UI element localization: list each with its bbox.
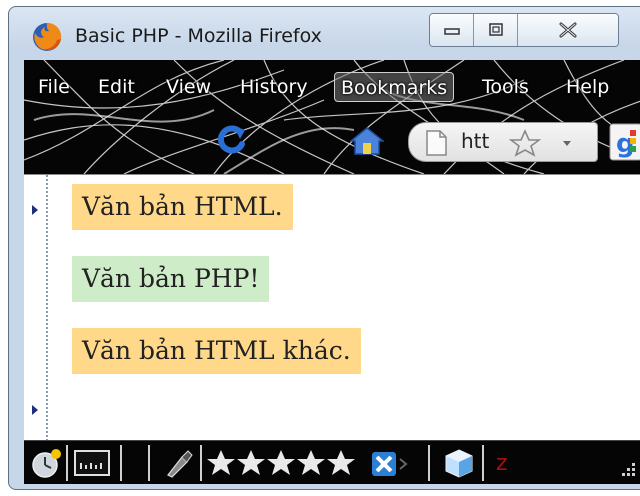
page-icon bbox=[426, 130, 447, 156]
status-separator bbox=[148, 445, 150, 481]
menu-file[interactable]: File bbox=[32, 72, 76, 102]
sidebar-splitter[interactable] bbox=[32, 175, 48, 441]
menu-help[interactable]: Help bbox=[560, 72, 615, 102]
php-text-block: Văn bản PHP! bbox=[72, 256, 270, 302]
status-separator bbox=[482, 445, 484, 481]
url-text[interactable]: htt bbox=[461, 129, 489, 153]
bookmark-star-icon[interactable] bbox=[509, 129, 541, 157]
maximize-button[interactable] bbox=[474, 14, 518, 46]
close-button[interactable] bbox=[518, 14, 618, 46]
status-separator bbox=[200, 445, 202, 481]
html-text-block-2: Văn bản HTML khác. bbox=[72, 328, 361, 374]
minimize-icon bbox=[443, 28, 460, 35]
z-icon[interactable]: z bbox=[496, 445, 508, 481]
status-bar: z bbox=[24, 440, 640, 484]
resize-grip-icon[interactable] bbox=[616, 445, 640, 481]
cube-icon[interactable] bbox=[442, 445, 476, 481]
xmarks-icon[interactable] bbox=[370, 445, 410, 481]
splitter-arrow-bottom bbox=[32, 405, 38, 415]
minimize-button[interactable] bbox=[430, 14, 474, 46]
close-icon bbox=[559, 22, 577, 38]
rating-stars-icon[interactable] bbox=[206, 445, 356, 481]
maximize-icon bbox=[488, 23, 503, 36]
firefox-icon bbox=[33, 23, 62, 51]
status-separator bbox=[428, 445, 430, 481]
ruler-icon[interactable] bbox=[72, 445, 112, 481]
url-bar[interactable]: htt bbox=[408, 122, 598, 162]
menu-bar: File Edit View History Bookmarks Tools H… bbox=[24, 72, 640, 102]
reload-icon[interactable] bbox=[214, 122, 250, 158]
browser-toolbar-area: File Edit View History Bookmarks Tools H… bbox=[24, 60, 640, 174]
dropdown-arrow-icon[interactable] bbox=[557, 129, 577, 157]
menu-bookmarks[interactable]: Bookmarks bbox=[334, 72, 455, 102]
home-icon[interactable] bbox=[350, 126, 384, 156]
status-separator bbox=[66, 445, 68, 481]
menu-history[interactable]: History bbox=[234, 72, 314, 102]
clock-icon[interactable] bbox=[30, 445, 64, 481]
caption-buttons bbox=[429, 13, 619, 47]
menu-tools[interactable]: Tools bbox=[476, 72, 535, 102]
title-bar[interactable]: Basic PHP - Mozilla Firefox bbox=[9, 7, 640, 61]
html-text-block-1: Văn bản HTML. bbox=[72, 184, 293, 230]
window-title: Basic PHP - Mozilla Firefox bbox=[75, 25, 322, 47]
page-content: Văn bản HTML. Văn bản PHP! Văn bản HTML … bbox=[24, 174, 640, 441]
eyedropper-icon[interactable] bbox=[162, 445, 194, 481]
status-separator bbox=[120, 445, 122, 481]
splitter-arrow-top bbox=[32, 205, 38, 215]
menu-view[interactable]: View bbox=[160, 72, 217, 102]
google-icon[interactable]: g bbox=[608, 122, 640, 162]
menu-edit[interactable]: Edit bbox=[92, 72, 141, 102]
